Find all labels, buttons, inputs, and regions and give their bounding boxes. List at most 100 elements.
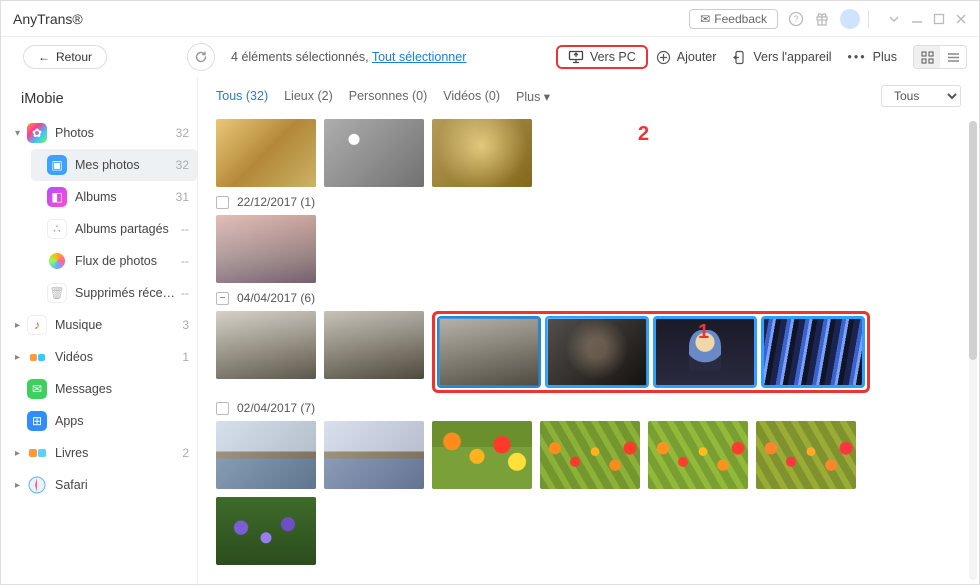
photo-thumb-selected[interactable] [439,318,539,386]
more-label: Plus [873,50,897,64]
select-all-link[interactable]: Tout sélectionner [372,50,467,64]
photo-thumb[interactable] [216,215,316,283]
scrollbar-thumb[interactable] [969,121,977,360]
list-view-button[interactable] [940,46,966,68]
to-device-label: Vers l'appareil [753,50,831,64]
sidebar-item-albums[interactable]: ◧ Albums 31 [31,181,197,213]
photo-gallery: 22/12/2017 (1) 04/04/2017 (6) 1 [198,115,979,586]
photo-thumb[interactable] [324,311,424,379]
photo-thumb[interactable] [432,421,532,489]
sidebar-item-books[interactable]: ▸ Livres 2 [11,437,197,469]
maximize-icon[interactable] [933,13,945,25]
group-header[interactable]: 22/12/2017 (1) [216,195,961,209]
group-date: 02/04/2017 (7) [237,401,315,415]
sidebar-item-photo-stream[interactable]: Flux de photos -- [31,245,197,277]
photo-thumb[interactable] [216,119,316,187]
books-icon [27,443,47,463]
group-checkbox-partial[interactable] [216,292,229,305]
grid-icon [921,51,934,64]
scrollbar[interactable] [969,121,977,580]
sidebar-item-videos[interactable]: ▸ Vidéos 1 [11,341,197,373]
sidebar-item-music[interactable]: ▸ ♪ Musique 3 [11,309,197,341]
filter-videos[interactable]: Vidéos (0) [443,89,500,103]
shared-icon: ∴ [47,219,67,239]
photo-thumb-selected[interactable] [547,318,647,386]
photo-thumb[interactable] [540,421,640,489]
svg-text:?: ? [793,14,798,24]
filter-more[interactable]: Plus ▾ [516,89,550,104]
filter-dropdown[interactable]: Tous [881,85,961,107]
caret-right-icon: ▸ [15,320,27,331]
group-header[interactable]: 04/04/2017 (6) [216,291,961,305]
photo-thumb[interactable] [324,421,424,489]
filter-all[interactable]: Tous (32) [216,89,268,103]
photo-thumb[interactable] [432,119,532,187]
my-photos-icon: ▣ [47,155,67,175]
sidebar-item-recently-deleted[interactable]: 🗑 Supprimés récemment -- [31,277,197,309]
refresh-button[interactable] [187,43,215,71]
more-button[interactable]: ••• Plus [840,46,905,68]
gift-icon[interactable] [814,11,830,27]
feedback-label: Feedback [714,12,767,26]
photo-thumb[interactable] [216,311,316,379]
plus-circle-icon [656,50,671,65]
caret-down-icon: ▾ [15,128,27,139]
app-brand: AnyTrans® [13,11,83,27]
add-button[interactable]: Ajouter [648,46,725,69]
help-icon[interactable]: ? [788,11,804,27]
group-checkbox[interactable] [216,196,229,209]
photo-thumb[interactable] [216,497,316,565]
filter-tabs: Tous (32) Lieux (2) Personnes (0) Vidéos… [198,77,979,115]
photo-thumb-selected[interactable] [763,318,863,386]
selection-highlight-box [432,311,870,393]
group-checkbox[interactable] [216,402,229,415]
grid-view-button[interactable] [914,46,940,68]
dots-icon: ••• [848,50,867,64]
photo-thumb[interactable] [324,119,424,187]
safari-icon [27,475,47,495]
photos-icon: ✿ [27,123,47,143]
photo-thumb-selected[interactable] [655,318,755,386]
videos-icon [27,347,47,367]
to-device-button[interactable]: Vers l'appareil [724,46,839,69]
to-pc-button[interactable]: Vers PC [556,45,648,69]
sidebar-item-apps[interactable]: ⊞ Apps [11,405,197,437]
close-icon[interactable] [955,13,967,25]
sidebar-item-shared-albums[interactable]: ∴ Albums partagés -- [31,213,197,245]
monitor-icon [568,50,584,64]
sidebar-item-safari[interactable]: ▸ Safari [11,469,197,501]
sidebar-item-my-photos[interactable]: ▣ Mes photos 32 [31,149,197,181]
expand-down-icon[interactable] [887,12,901,26]
feedback-button[interactable]: ✉ Feedback [689,9,778,29]
messages-icon: ✉ [27,379,47,399]
group-date: 04/04/2017 (6) [237,291,315,305]
group-header[interactable]: 02/04/2017 (7) [216,401,961,415]
selection-status: 4 éléments sélectionnés, Tout sélectionn… [231,50,466,64]
albums-icon: ◧ [47,187,67,207]
photo-thumb[interactable] [216,421,316,489]
minimize-icon[interactable] [911,13,923,25]
sidebar: iMobie ▾ ✿ Photos 32 ▣ Mes photos 32 ◧ A… [1,77,197,586]
back-label: Retour [56,50,92,64]
sidebar-item-messages[interactable]: ✉ Messages [11,373,197,405]
arrow-left-icon: ← [38,50,50,64]
envelope-icon: ✉ [700,12,710,26]
trash-icon: 🗑 [47,283,67,303]
filter-places[interactable]: Lieux (2) [284,89,333,103]
titlebar: AnyTrans® ✉ Feedback ? [1,1,979,37]
group-date: 22/12/2017 (1) [237,195,315,209]
to-pc-label: Vers PC [590,50,636,64]
back-button[interactable]: ← Retour [23,45,107,69]
add-label: Ajouter [677,50,717,64]
list-icon [947,51,960,64]
device-export-icon [732,50,747,65]
photo-thumb[interactable] [756,421,856,489]
sidebar-item-photos[interactable]: ▾ ✿ Photos 32 [11,117,197,149]
content-area: Tous (32) Lieux (2) Personnes (0) Vidéos… [197,77,979,586]
caret-right-icon: ▸ [15,480,27,491]
refresh-icon [194,50,208,64]
photo-thumb[interactable] [648,421,748,489]
filter-people[interactable]: Personnes (0) [349,89,428,103]
toolbar: ← Retour 4 éléments sélectionnés, Tout s… [1,37,979,77]
user-avatar[interactable] [840,9,860,29]
